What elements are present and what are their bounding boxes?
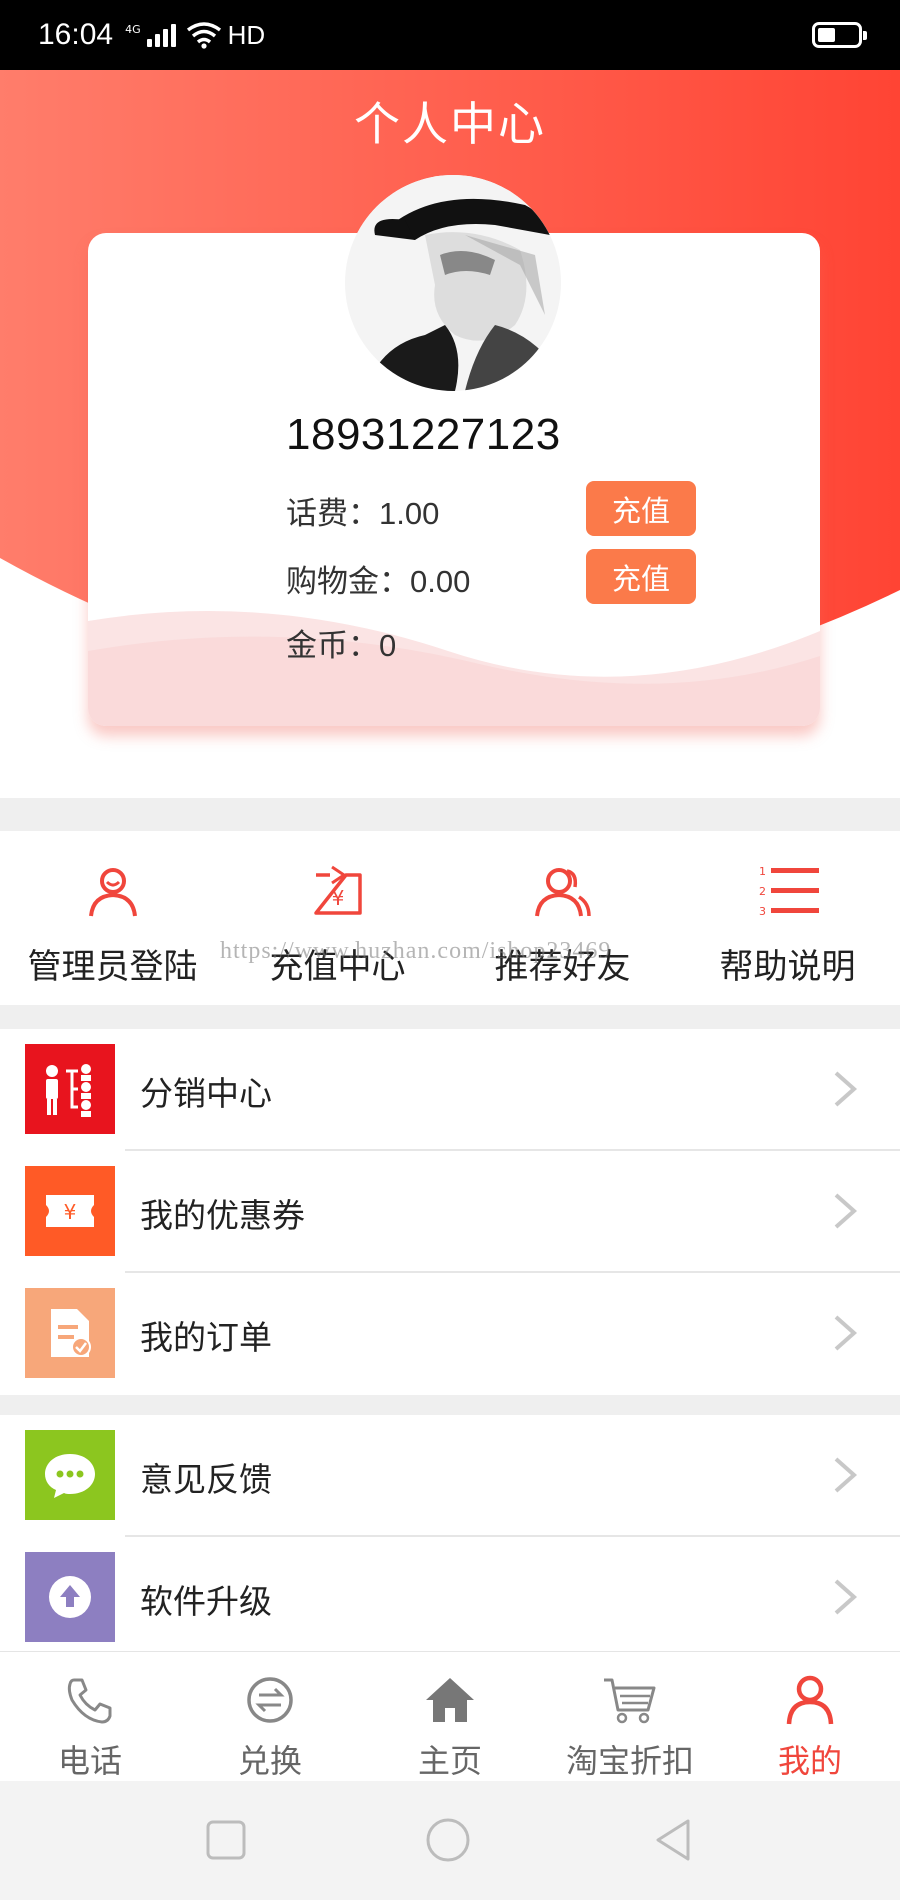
nav-label: 我的 <box>777 1742 842 1780</box>
menu-item-label: 我的优惠券 <box>140 1196 305 1235</box>
quick-action-label: 帮助说明 <box>719 947 856 987</box>
coupon-icon: ¥ <box>25 1166 115 1256</box>
nav-taobao-discount[interactable]: 淘宝折扣 <box>540 1652 720 1781</box>
svg-text:2: 2 <box>759 885 766 898</box>
nav-home[interactable]: 主页 <box>360 1652 540 1781</box>
shopping-balance: 购物金：0.00 <box>286 556 470 601</box>
recharge-fee-button[interactable]: 充值 <box>586 481 696 536</box>
section-divider <box>0 798 900 831</box>
order-icon <box>25 1288 115 1378</box>
coin-value: 0 <box>379 628 397 663</box>
signal-icon: 4G <box>125 22 176 47</box>
quick-action-label: 管理员登陆 <box>27 947 198 987</box>
fee-balance: 话费：1.00 <box>286 488 439 533</box>
quick-actions: 管理员登陆 ¥ 充值中心 推荐好友 1 2 3 帮助说明 <box>0 831 900 1005</box>
home-icon <box>426 1678 474 1722</box>
avatar[interactable] <box>345 175 561 391</box>
svg-text:1: 1 <box>759 865 766 878</box>
section-divider <box>0 1005 900 1029</box>
bottom-navigation: 电话 兑换 主页 淘宝折扣 我的 <box>0 1651 900 1781</box>
recharge-icon: ¥ <box>313 865 362 915</box>
recent-apps-icon[interactable] <box>203 1817 249 1863</box>
coin-balance: 金币：0 <box>286 620 396 665</box>
battery-icon <box>812 22 867 48</box>
status-bar: 16:04 4G HD <box>0 0 900 70</box>
nav-label: 淘宝折扣 <box>565 1742 694 1780</box>
menu-item-distribution-center[interactable]: 分销中心 <box>0 1029 900 1151</box>
shopping-label: 购物金： <box>286 564 410 600</box>
quick-action-recommend-friends[interactable]: 推荐好友 <box>450 831 675 1005</box>
exchange-icon <box>247 1677 293 1723</box>
quick-action-recharge-center[interactable]: ¥ 充值中心 <box>225 831 450 1005</box>
nav-exchange[interactable]: 兑换 <box>180 1652 360 1781</box>
network-type: 4G <box>125 22 141 36</box>
menu-item-label: 我的订单 <box>140 1318 272 1357</box>
battery-fill <box>818 28 835 42</box>
page-title: 个人中心 <box>354 97 546 151</box>
chevron-right-icon <box>834 1315 858 1351</box>
section-divider <box>0 1395 900 1415</box>
watermark-text: https://www.huzhan.com/ishop23469 <box>220 938 612 964</box>
svg-text:3: 3 <box>759 905 766 918</box>
menu-item-label: 软件升级 <box>140 1582 272 1621</box>
fee-value: 1.00 <box>379 496 440 531</box>
quick-action-admin-login[interactable]: 管理员登陆 <box>0 831 225 1005</box>
nav-label: 电话 <box>57 1742 122 1780</box>
svg-text:¥: ¥ <box>64 1200 77 1224</box>
quick-action-help[interactable]: 1 2 3 帮助说明 <box>675 831 900 1005</box>
nav-label: 兑换 <box>237 1742 302 1780</box>
svg-text:¥: ¥ <box>331 886 344 910</box>
menu-item-software-upgrade[interactable]: 软件升级 <box>0 1537 900 1659</box>
upgrade-icon <box>25 1552 115 1642</box>
fee-label: 话费： <box>286 496 379 532</box>
nav-label: 主页 <box>417 1742 482 1780</box>
menu-item-my-orders[interactable]: 我的订单 <box>0 1273 900 1395</box>
home-button-icon[interactable] <box>425 1817 471 1863</box>
chevron-right-icon <box>834 1579 858 1615</box>
back-icon[interactable] <box>650 1817 696 1863</box>
shopping-value: 0.00 <box>410 564 471 599</box>
hd-indicator: HD <box>227 19 266 50</box>
menu-item-label: 分销中心 <box>140 1074 272 1113</box>
status-time: 16:04 <box>38 18 114 51</box>
system-navigation-bar <box>0 1781 900 1900</box>
chat-icon <box>25 1430 115 1520</box>
user-icon <box>88 868 137 917</box>
nav-phone[interactable]: 电话 <box>0 1652 180 1781</box>
phone-icon <box>67 1678 112 1724</box>
menu-item-my-coupons[interactable]: ¥ 我的优惠券 <box>0 1151 900 1273</box>
phone-number: 18931227123 <box>286 410 561 459</box>
menu-item-label: 意见反馈 <box>140 1460 272 1499</box>
card-wave-decoration <box>88 611 820 726</box>
distribution-icon <box>25 1044 115 1134</box>
recharge-shopping-button[interactable]: 充值 <box>586 549 696 604</box>
numbered-list-icon: 1 2 3 <box>759 865 819 918</box>
avatar-image <box>345 175 561 391</box>
chevron-right-icon <box>834 1071 858 1107</box>
coin-label: 金币： <box>286 628 379 664</box>
chevron-right-icon <box>834 1193 858 1229</box>
friends-icon <box>534 868 591 917</box>
nav-mine[interactable]: 我的 <box>720 1652 900 1781</box>
profile-icon <box>786 1675 834 1725</box>
wifi-icon <box>186 22 221 49</box>
menu-item-feedback[interactable]: 意见反馈 <box>0 1415 900 1537</box>
cart-icon <box>604 1678 656 1724</box>
chevron-right-icon <box>834 1457 858 1493</box>
